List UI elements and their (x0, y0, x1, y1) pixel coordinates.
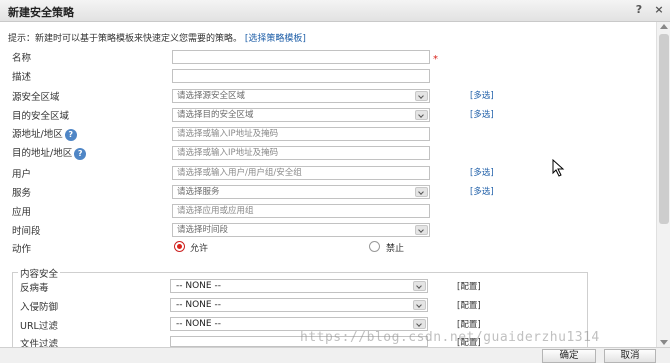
file-filter-select[interactable] (170, 336, 428, 347)
src-zone-select[interactable]: 请选择源安全区域 (172, 89, 430, 103)
description-field[interactable] (172, 69, 430, 83)
url-filter-config-link[interactable]: [配置] (457, 318, 481, 330)
hint-text: 提示：新建时可以基于策略模板来快速定义您需要的策略。 (8, 34, 243, 44)
antivirus-select[interactable]: -- NONE -- (170, 279, 428, 293)
service-label: 服务 (12, 188, 32, 199)
select-template-link[interactable]: [选择策略模板] (245, 34, 306, 44)
content-security-legend: 内容安全 (18, 266, 61, 280)
description-label: 描述 (12, 72, 32, 83)
chevron-down-icon[interactable] (413, 281, 426, 291)
chevron-down-icon[interactable] (415, 225, 428, 235)
chevron-down-icon[interactable] (413, 319, 426, 329)
dst-addr-label-wrap: 目的地址/地区? (12, 145, 87, 160)
application-label: 应用 (12, 207, 32, 218)
dst-zone-multi-link[interactable]: [多选] (470, 108, 494, 120)
help-icon[interactable]: ? (64, 128, 77, 141)
chevron-down-icon[interactable] (415, 110, 428, 120)
dst-zone-select[interactable]: 请选择目的安全区域 (172, 108, 430, 122)
dialog-titlebar: 新建安全策略 ? × (0, 0, 670, 22)
hint-line: 提示：新建时可以基于策略模板来快速定义您需要的策略。 [选择策略模板] (8, 31, 306, 44)
antivirus-value: -- NONE -- (176, 281, 221, 291)
src-addr-field[interactable]: 请选择或输入IP地址及掩码 (172, 127, 430, 141)
src-addr-label: 源地址/地区 (12, 129, 63, 140)
required-marker: * (433, 54, 438, 65)
dst-zone-placeholder: 请选择目的安全区域 (177, 110, 254, 120)
name-label: 名称 (12, 53, 32, 64)
dst-zone-label: 目的安全区域 (12, 111, 70, 122)
service-placeholder: 请选择服务 (177, 187, 220, 197)
scroll-down-icon[interactable] (660, 340, 668, 345)
schedule-placeholder: 请选择时间段 (177, 225, 229, 235)
src-zone-label: 源安全区域 (12, 92, 60, 103)
dialog-title: 新建安全策略 (8, 6, 74, 19)
url-filter-label: URL过滤 (20, 321, 58, 332)
src-zone-placeholder: 请选择源安全区域 (177, 91, 246, 101)
name-field[interactable] (172, 50, 430, 64)
action-permit-radio[interactable] (174, 241, 185, 252)
schedule-label: 时间段 (12, 226, 41, 237)
service-select[interactable]: 请选择服务 (172, 185, 430, 199)
dst-addr-field[interactable]: 请选择或输入IP地址及掩码 (172, 146, 430, 160)
action-deny-label: 禁止 (386, 244, 405, 254)
url-filter-select[interactable]: -- NONE -- (170, 317, 428, 331)
user-field[interactable]: 请选择或输入用户/用户组/安全组 (172, 166, 430, 180)
antivirus-label: 反病毒 (20, 283, 49, 294)
mouse-cursor-icon (552, 159, 565, 177)
help-icon[interactable]: ? (632, 3, 646, 17)
ips-select[interactable]: -- NONE -- (170, 298, 428, 312)
user-label: 用户 (12, 169, 32, 180)
src-addr-label-wrap: 源地址/地区? (12, 126, 77, 141)
ips-label: 入侵防御 (20, 302, 59, 313)
service-multi-link[interactable]: [多选] (470, 185, 494, 197)
antivirus-config-link[interactable]: [配置] (457, 280, 481, 292)
chevron-down-icon[interactable] (415, 187, 428, 197)
schedule-select[interactable]: 请选择时间段 (172, 223, 430, 237)
ips-value: -- NONE -- (176, 300, 221, 310)
src-zone-multi-link[interactable]: [多选] (470, 89, 494, 101)
action-deny-radio[interactable] (369, 241, 380, 252)
url-filter-value: -- NONE -- (176, 319, 221, 329)
cancel-button[interactable]: 取消 (604, 349, 656, 363)
action-label: 动作 (12, 244, 32, 255)
dst-addr-label: 目的地址/地区 (12, 148, 73, 159)
scroll-thumb[interactable] (659, 34, 669, 224)
ok-button[interactable]: 确定 (542, 349, 596, 363)
user-multi-link[interactable]: [多选] (470, 166, 494, 178)
scroll-up-icon[interactable] (660, 24, 668, 29)
chevron-down-icon[interactable] (415, 91, 428, 101)
chevron-down-icon[interactable] (413, 300, 426, 310)
close-icon[interactable]: × (652, 3, 666, 17)
help-icon[interactable]: ? (74, 147, 87, 160)
vertical-scrollbar[interactable] (656, 22, 670, 347)
ips-config-link[interactable]: [配置] (457, 299, 481, 311)
action-permit-label: 允许 (190, 244, 209, 254)
application-field[interactable]: 请选择应用或应用组 (172, 204, 430, 218)
